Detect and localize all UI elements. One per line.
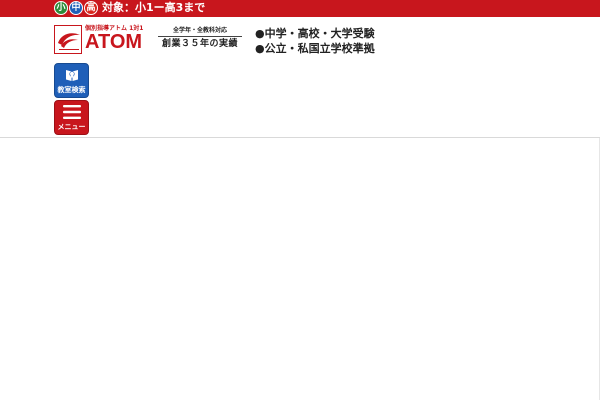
book-pin-icon	[55, 64, 88, 86]
slogan-block: 全学年・全教科対応 創業３５年の実績	[158, 27, 242, 50]
menu-button[interactable]: メニュー	[54, 100, 89, 135]
classroom-search-label: 教室検索	[57, 86, 86, 94]
target-grades-text: 対象：小1ー高3まで	[102, 1, 206, 14]
grade-badge-high-school: 高	[84, 1, 98, 15]
feature-item-exams: ●中学・高校・大学受験	[255, 27, 375, 40]
classroom-search-button[interactable]: 教室検索	[54, 63, 89, 98]
hamburger-icon	[55, 101, 88, 123]
slogan-35-years: 創業３５年の実績	[161, 39, 238, 49]
grade-badge-junior-high: 中	[69, 1, 83, 15]
red-swoosh-logo-icon	[54, 25, 82, 54]
feature-list: ●中学・高校・大学受験 ●公立・私国立学校準拠	[255, 26, 375, 56]
site-logo[interactable]: 個別指導アトム 1対1 ATOM	[54, 25, 150, 55]
grade-badges: 小 中 高 対象：小1ー高3まで	[54, 1, 205, 15]
grade-badge-elementary: 小	[54, 1, 68, 15]
top-banner: 小 中 高 対象：小1ー高3まで	[0, 0, 600, 17]
menu-label: メニュー	[57, 123, 86, 131]
feature-item-schools: ●公立・私国立学校準拠	[255, 42, 375, 55]
slogan-divider	[158, 36, 242, 37]
logo-wordmark: ATOM	[85, 31, 143, 53]
slogan-all-subjects: 全学年・全教科対応	[172, 27, 227, 34]
main-content-area	[0, 138, 600, 400]
